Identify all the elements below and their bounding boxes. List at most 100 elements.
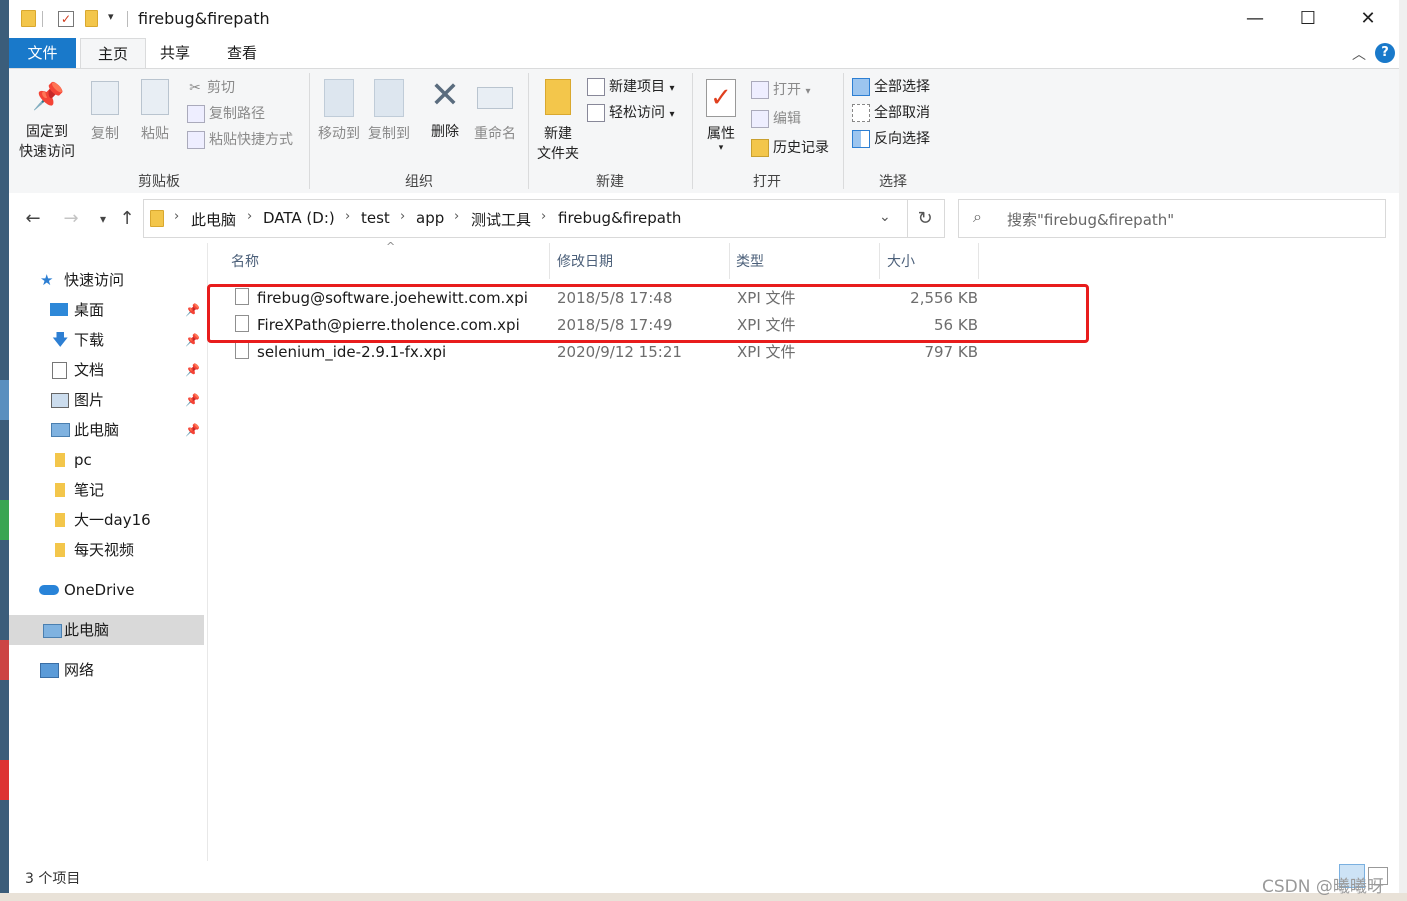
breadcrumb-test-tools[interactable]: 测试工具 — [471, 209, 531, 230]
tab-home[interactable]: 主页 — [80, 38, 146, 69]
column-header-name[interactable]: 名称 — [231, 251, 259, 273]
invert-selection-button[interactable]: 反向选择 — [852, 128, 930, 150]
folder-icon — [150, 210, 164, 227]
pin-icon[interactable]: 📌 — [185, 415, 200, 445]
cut-button[interactable]: ✂ 剪切 — [187, 77, 235, 99]
minimize-button[interactable]: — — [1232, 0, 1278, 38]
tab-share[interactable]: 共享 — [150, 38, 200, 68]
star-icon: ★ — [40, 271, 54, 289]
computer-icon — [51, 423, 70, 437]
address-bar[interactable]: › 此电脑 › DATA (D:) › test › app › 测试工具 › … — [143, 199, 908, 238]
nav-item-pictures[interactable]: 图片 📌 — [9, 385, 204, 415]
select-all-button[interactable]: 全部选择 — [852, 76, 930, 98]
chevron-right-icon[interactable]: › — [345, 209, 350, 224]
group-label-clipboard: 剪贴板 — [138, 174, 180, 190]
column-separator[interactable] — [549, 243, 550, 279]
address-dropdown-chevron-icon[interactable]: ⌄ — [879, 209, 891, 225]
select-all-label: 全部选择 — [874, 79, 930, 95]
rename-button[interactable]: 重命名 — [471, 79, 519, 143]
nav-onedrive-label: OneDrive — [64, 581, 135, 599]
easy-access-button[interactable]: 轻松访问 ▾ — [587, 102, 674, 124]
chevron-right-icon[interactable]: › — [174, 209, 179, 224]
paste-shortcut-button[interactable]: 粘贴快捷方式 — [187, 129, 293, 151]
column-separator[interactable] — [978, 243, 979, 279]
rename-icon — [477, 87, 513, 109]
pin-icon[interactable]: 📌 — [185, 295, 200, 325]
help-icon[interactable]: ? — [1375, 43, 1395, 63]
chevron-right-icon[interactable]: › — [454, 209, 459, 224]
new-folder-button[interactable]: 新建 文件夹 — [533, 79, 583, 163]
file-row[interactable]: selenium_ide-2.9.1-fx.xpi 2020/9/12 15:2… — [230, 339, 990, 366]
tab-file[interactable]: 文件 — [9, 38, 76, 68]
copy-button[interactable]: 复制 — [85, 81, 125, 143]
breadcrumb-current[interactable]: firebug&firepath — [558, 209, 681, 227]
nav-item-pc[interactable]: pc — [9, 445, 204, 475]
paste-button[interactable]: 粘贴 — [135, 79, 175, 143]
nav-item-downloads[interactable]: 🡇 下载 📌 — [9, 325, 204, 355]
nav-item-day16[interactable]: 大一day16 — [9, 505, 204, 535]
column-header-size[interactable]: 大小 — [887, 251, 915, 273]
copy-path-button[interactable]: 复制路径 — [187, 103, 265, 125]
column-header-type[interactable]: 类型 — [736, 251, 764, 273]
pin-label-2: 快速访问 — [19, 144, 75, 160]
column-header-modified[interactable]: 修改日期 — [557, 251, 613, 273]
pin-icon[interactable]: 📌 — [185, 385, 200, 415]
move-to-button[interactable]: 移动到 — [315, 79, 363, 143]
new-item-label: 新建项目 — [609, 79, 665, 95]
copy-to-button[interactable]: 复制到 — [365, 79, 413, 143]
tab-view[interactable]: 查看 — [217, 38, 267, 68]
breadcrumb-test[interactable]: test — [361, 209, 390, 227]
column-separator[interactable] — [729, 243, 730, 279]
select-none-button[interactable]: 全部取消 — [852, 102, 930, 124]
breadcrumb-this-pc[interactable]: 此电脑 — [191, 209, 236, 230]
recent-locations-chevron-icon[interactable]: ▾ — [91, 209, 115, 229]
nav-item-daily-video[interactable]: 每天视频 — [9, 535, 204, 565]
easy-access-label: 轻松访问 — [609, 105, 665, 121]
nav-this-pc[interactable]: 此电脑 — [9, 615, 204, 645]
nav-network[interactable]: 网络 — [9, 655, 204, 685]
pin-icon[interactable]: 📌 — [185, 355, 200, 385]
navigation-pane: ★ 快速访问 桌面 📌 🡇 下载 📌 文档 📌 图片 📌 此电脑 📌 pc 笔记… — [9, 243, 206, 861]
history-button[interactable]: 历史记录 — [751, 137, 829, 159]
chevron-right-icon[interactable]: › — [247, 209, 252, 224]
delete-button[interactable]: ✕ 删除 — [425, 77, 465, 141]
delete-label: 删除 — [431, 124, 459, 140]
edit-button[interactable]: 编辑 — [751, 108, 801, 130]
window-title: firebug&firepath — [138, 9, 270, 28]
column-separator[interactable] — [879, 243, 880, 279]
refresh-icon[interactable]: ↻ — [906, 199, 945, 238]
nav-item-desktop[interactable]: 桌面 📌 — [9, 295, 204, 325]
breadcrumb-app[interactable]: app — [416, 209, 444, 227]
properties-check-icon[interactable]: ✓ — [58, 11, 74, 27]
nav-item-label: 每天视频 — [74, 541, 135, 559]
rename-label: 重命名 — [474, 126, 516, 142]
new-item-button[interactable]: 新建项目 ▾ — [587, 76, 674, 98]
chevron-right-icon[interactable]: › — [400, 209, 405, 224]
pin-icon[interactable]: 📌 — [185, 325, 200, 355]
search-box[interactable]: ⌕ 搜索"firebug&firepath" — [958, 199, 1386, 238]
move-to-label: 移动到 — [318, 126, 360, 142]
nav-quick-access[interactable]: ★ 快速访问 — [9, 265, 204, 295]
forward-arrow-icon[interactable]: → — [59, 209, 83, 229]
maximize-button[interactable]: ☐ — [1285, 0, 1331, 38]
chevron-right-icon[interactable]: › — [541, 209, 546, 224]
up-arrow-icon[interactable]: ↑ — [115, 209, 139, 229]
folder-icon — [55, 513, 65, 527]
close-button[interactable]: ✕ — [1345, 0, 1391, 38]
nav-item-notes[interactable]: 笔记 — [9, 475, 204, 505]
back-arrow-icon[interactable]: ← — [21, 209, 45, 229]
nav-item-this-pc-pinned[interactable]: 此电脑 📌 — [9, 415, 204, 445]
nav-onedrive[interactable]: OneDrive — [9, 575, 204, 605]
new-folder-label-2: 文件夹 — [537, 146, 579, 162]
collapse-ribbon-icon[interactable]: ︿ — [1352, 44, 1366, 64]
open-button[interactable]: 打开 ▾ — [751, 79, 810, 101]
properties-button[interactable]: ✓ 属性 ▾ — [699, 79, 743, 153]
pin-quick-access-button[interactable]: 📌 固定到 快速访问 — [15, 81, 79, 161]
customize-quick-access-icon[interactable]: ▾ — [108, 10, 114, 23]
new-folder-quick-icon[interactable] — [85, 10, 98, 27]
nav-item-documents[interactable]: 文档 📌 — [9, 355, 204, 385]
breadcrumb-data-drive[interactable]: DATA (D:) — [263, 209, 335, 227]
group-label-open: 打开 — [753, 174, 781, 190]
group-label-new: 新建 — [596, 174, 624, 190]
easy-access-icon — [587, 104, 605, 122]
